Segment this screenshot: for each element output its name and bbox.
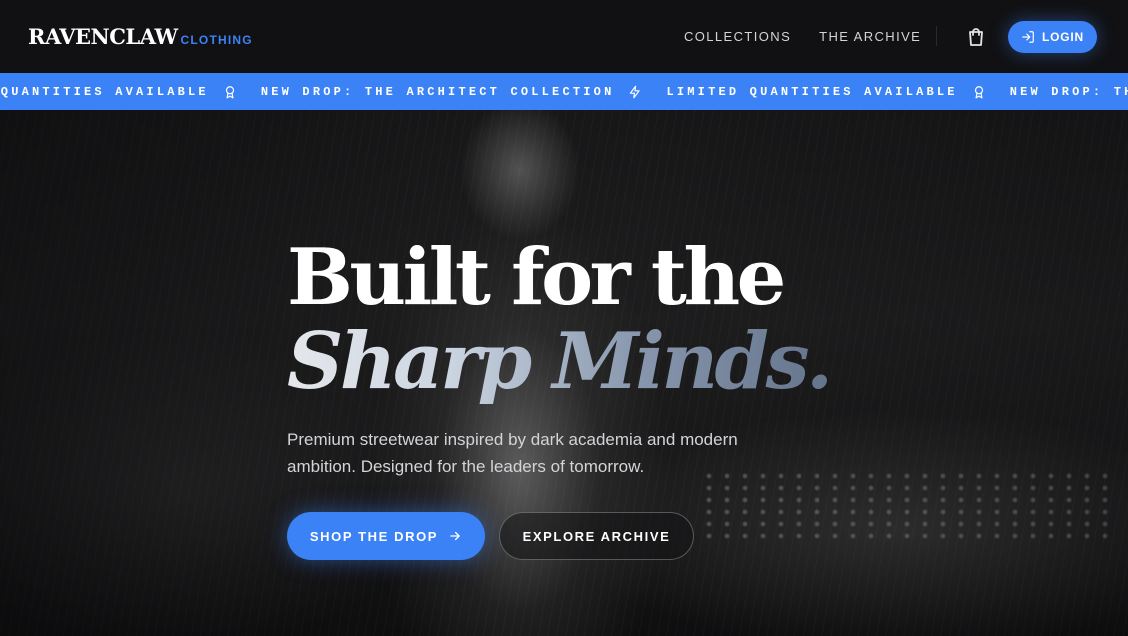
ticker-track: D QUANTITIES AVAILABLE NEW DROP: THE ARC… [0, 73, 1128, 110]
ticker-item: LIMITED QUANTITIES AVAILABLE [666, 85, 1009, 99]
brand-logo[interactable]: RAVENCLAW CLOTHING [28, 24, 253, 49]
login-button[interactable]: LOGIN [1008, 21, 1097, 53]
ticker-item: D QUANTITIES AVAILABLE [0, 85, 261, 99]
login-label: LOGIN [1042, 30, 1084, 44]
lightning-icon [628, 85, 642, 99]
hero-headline-line1: Built for the [287, 232, 786, 323]
shopping-bag-icon [969, 28, 983, 46]
login-arrow-icon [1022, 31, 1034, 43]
nav-link-archive[interactable]: THE ARCHIVE [819, 29, 921, 44]
ticker-item: NEW DROP: THE ARCHITECT COLLECTION [1010, 85, 1128, 99]
ticker-text: LIMITED QUANTITIES AVAILABLE [666, 84, 958, 99]
top-navbar: RAVENCLAW CLOTHING COLLECTIONS THE ARCHI… [0, 0, 1128, 74]
hero-tagline: Premium streetwear inspired by dark acad… [287, 430, 738, 476]
nav-link-collections[interactable]: COLLECTIONS [684, 29, 791, 44]
award-icon [223, 85, 237, 99]
explore-archive-button[interactable]: EXPLORE ARCHIVE [499, 512, 694, 560]
announcement-ticker: D QUANTITIES AVAILABLE NEW DROP: THE ARC… [0, 73, 1128, 110]
ticker-item: NEW DROP: THE ARCHITECT COLLECTION [261, 85, 667, 99]
nav-links: COLLECTIONS THE ARCHIVE [684, 29, 921, 44]
hero-cta-row: SHOP THE DROP EXPLORE ARCHIVE [287, 512, 694, 560]
arrow-right-icon [450, 531, 460, 541]
shop-the-drop-button[interactable]: SHOP THE DROP [287, 512, 485, 560]
ticker-text: D QUANTITIES AVAILABLE [0, 84, 209, 99]
landing-page: RAVENCLAW CLOTHING COLLECTIONS THE ARCHI… [0, 0, 1128, 636]
hero-headline-line2: Sharp Minds. [287, 316, 833, 407]
nav-divider [936, 26, 937, 46]
hero-content: Built for the Sharp Minds. Premium stree… [287, 232, 833, 497]
brand-subtitle: CLOTHING [180, 33, 253, 47]
award-icon [972, 85, 986, 99]
explore-archive-label: EXPLORE ARCHIVE [522, 528, 671, 544]
ticker-text: NEW DROP: THE ARCHITECT COLLECTION [1009, 84, 1128, 99]
shop-the-drop-label: SHOP THE DROP [309, 528, 439, 544]
ticker-text: NEW DROP: THE ARCHITECT COLLECTION [260, 84, 615, 99]
cart-button[interactable] [964, 25, 988, 49]
brand-name: RAVENCLAW [28, 24, 178, 49]
